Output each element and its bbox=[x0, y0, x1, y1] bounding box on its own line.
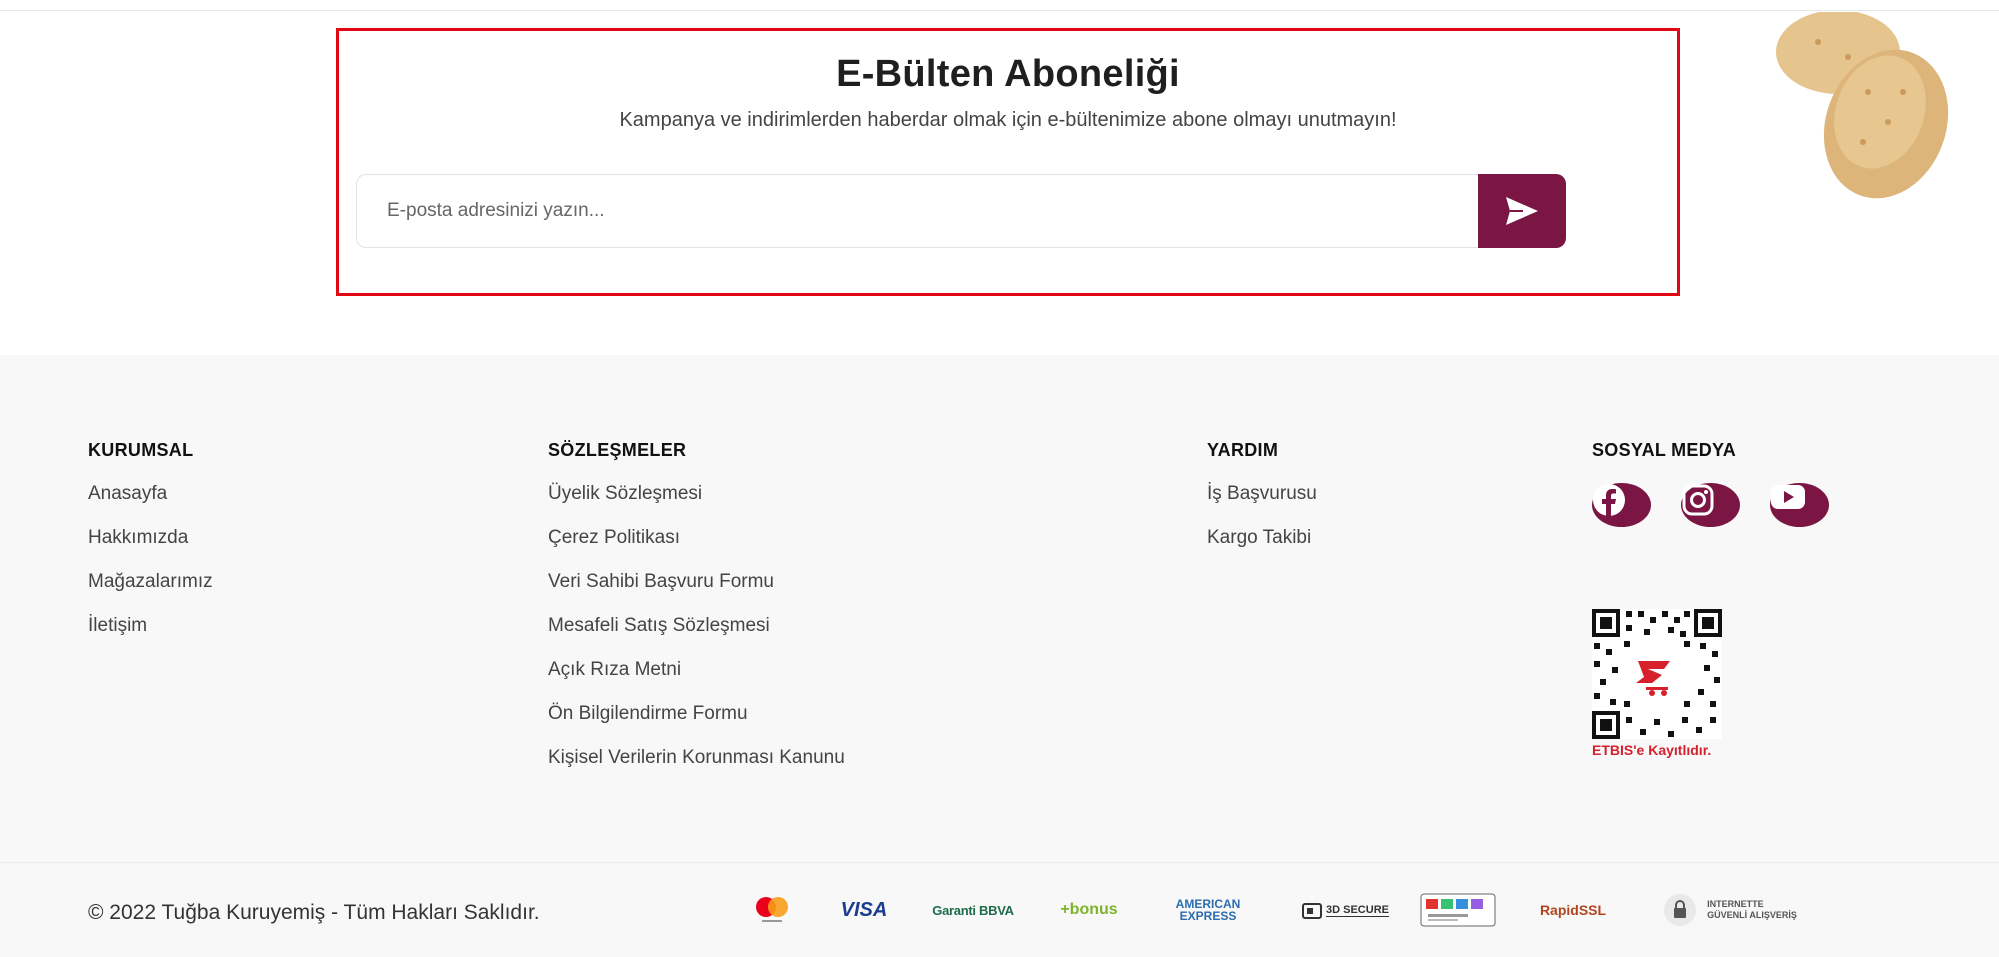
american-express-logo: AMERICAN EXPRESS bbox=[1166, 885, 1250, 935]
troy-cards-logo bbox=[1420, 885, 1496, 935]
footer-col-sozlesmeler: SÖZLEŞMELER Üyelik Sözleşmesi Çerez Poli… bbox=[548, 440, 845, 791]
guvenli-text: INTERNETTE GÜVENLİ ALIŞVERİŞ bbox=[1707, 899, 1797, 921]
footer-heading-sozlesmeler: SÖZLEŞMELER bbox=[548, 440, 687, 460]
footer-link-iletisim[interactable]: İletişim bbox=[88, 615, 213, 659]
footer-col-kurumsal: KURUMSAL Anasayfa Hakkımızda Mağazalarım… bbox=[88, 440, 213, 659]
subscribe-button[interactable] bbox=[1478, 174, 1566, 248]
facebook-link[interactable] bbox=[1592, 483, 1651, 527]
newsletter-section: E-Bülten Aboneliği Kampanya ve indirimle… bbox=[336, 28, 1680, 296]
youtube-link[interactable] bbox=[1770, 483, 1829, 527]
visa-logo: VISA bbox=[840, 898, 888, 921]
guvenli-alisveris-logo: INTERNETTE GÜVENLİ ALIŞVERİŞ bbox=[1656, 885, 1804, 935]
payment-logos: VISA Garanti BBVA +bonus AMERICAN EXPRES… bbox=[0, 885, 1999, 935]
3d-secure-logo: 3D SECURE bbox=[1296, 885, 1394, 935]
footer-link-anasayfa[interactable]: Anasayfa bbox=[88, 483, 213, 527]
footer-link-kvkk[interactable]: Kişisel Verilerin Korunması Kanunu bbox=[548, 747, 845, 791]
footer-link-hakkimizda[interactable]: Hakkımızda bbox=[88, 527, 213, 571]
footer-link-veri-sahibi[interactable]: Veri Sahibi Başvuru Formu bbox=[548, 571, 845, 615]
footer-link-uyelik[interactable]: Üyelik Sözleşmesi bbox=[548, 483, 845, 527]
footer-col-sosyal: SOSYAL MEDYA bbox=[1592, 440, 1829, 527]
newsletter-form bbox=[356, 174, 1566, 248]
footer-link-on-bilgilendirme[interactable]: Ön Bilgilendirme Formu bbox=[548, 703, 845, 747]
peanut-decoration-image bbox=[1776, 12, 1949, 199]
mastercard-logo bbox=[752, 885, 792, 935]
garanti-bbva-logo: Garanti BBVA bbox=[932, 902, 1014, 918]
bonus-logo: +bonus bbox=[1060, 901, 1118, 918]
footer-link-magazalarimiz[interactable]: Mağazalarımız bbox=[88, 571, 213, 615]
footer-heading-sosyal: SOSYAL MEDYA bbox=[1592, 440, 1736, 460]
footer-bottom-bar: © 2022 Tuğba Kuruyemiş - Tüm Hakları Sak… bbox=[0, 862, 1999, 957]
footer-link-acik-riza[interactable]: Açık Rıza Metni bbox=[548, 659, 845, 703]
instagram-link[interactable] bbox=[1681, 483, 1740, 527]
guvenli-line-2: GÜVENLİ ALIŞVERİŞ bbox=[1707, 910, 1797, 920]
footer-link-kargo-takibi[interactable]: Kargo Takibi bbox=[1207, 527, 1317, 571]
newsletter-subtitle: Kampanya ve indirimlerden haberdar olmak… bbox=[619, 109, 1397, 131]
footer-link-cerez[interactable]: Çerez Politikası bbox=[548, 527, 845, 571]
footer-col-yardim: YARDIM İş Başvurusu Kargo Takibi bbox=[1207, 440, 1317, 571]
top-divider bbox=[0, 10, 1999, 11]
email-input[interactable] bbox=[356, 174, 1478, 248]
footer-heading-yardim: YARDIM bbox=[1207, 440, 1279, 460]
etbis-label: ETBIS'e Kayıtlıdır. bbox=[1592, 742, 1712, 758]
etbis-qr-code[interactable] bbox=[1592, 609, 1722, 739]
guvenli-line-1: INTERNETTE bbox=[1707, 899, 1764, 909]
footer-link-is-basvurusu[interactable]: İş Başvurusu bbox=[1207, 483, 1317, 527]
newsletter-title: E-Bülten Aboneliği bbox=[836, 53, 1180, 95]
youtube-icon bbox=[1771, 485, 1805, 509]
rapidssl-logo: RapidSSL bbox=[1539, 902, 1607, 918]
social-links bbox=[1592, 483, 1829, 527]
3d-secure-text: 3D SECURE bbox=[1326, 903, 1389, 917]
footer-link-mesafeli[interactable]: Mesafeli Satış Sözleşmesi bbox=[548, 615, 845, 659]
footer-heading-kurumsal: KURUMSAL bbox=[88, 440, 194, 460]
facebook-icon bbox=[1593, 484, 1625, 517]
send-icon bbox=[1506, 197, 1538, 225]
amex-line-2: EXPRESS bbox=[1179, 909, 1237, 923]
instagram-icon bbox=[1682, 484, 1714, 516]
